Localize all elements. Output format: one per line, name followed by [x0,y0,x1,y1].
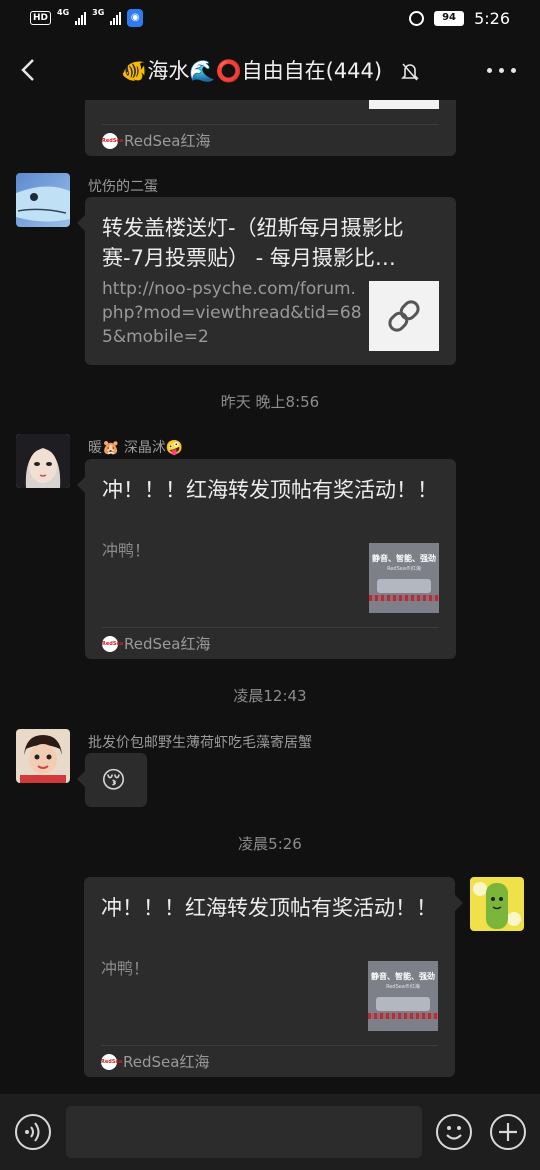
voice-input-button[interactable] [15,1114,51,1150]
card-description: 冲鸭！ [101,959,150,978]
hd-indicator: HD [30,11,52,25]
shield-icon: ◉ [127,9,144,27]
avatar[interactable] [16,434,70,488]
card-source-label: RedSea红海 [124,132,211,150]
sender-name: 忧伤的二蛋 [88,179,158,195]
link-card-message[interactable]: 转发盖楼送灯-（纽斯每月摄影比赛-7月投票贴） - 每月摄影比… http://… [77,197,456,365]
redsea-logo-icon: RedSea [102,635,123,652]
card-thumbnail: 静音、智能、强劲 RedSea®红海 [369,543,439,613]
sim1-network-label: 4G [57,8,70,17]
sender-name: 批发价包邮野生薄荷虾吃毛藻寄居蟹 [88,735,312,751]
chat-title: 🐠海水🌊⭕自由自在(444) [0,54,540,88]
emoji-message[interactable]: 😚 [77,753,147,807]
status-right: 94 5:26 [409,9,510,28]
link-icon [388,300,420,332]
status-left: HD 4G 3G ◉ [30,8,144,27]
dot-icon [499,68,504,73]
message-list[interactable]: RedSea RedSea红海 忧伤的二蛋 转发盖楼送灯-（纽斯每月摄影比赛-7… [0,100,540,1094]
card-source: RedSea RedSea红海 [102,627,439,659]
alarm-icon [409,11,425,26]
message-input[interactable] [66,1106,422,1158]
dot-icon [487,68,492,73]
thumbnail-stripe [368,1013,438,1019]
dot-icon [511,68,516,73]
more-functions-button[interactable] [490,1114,526,1150]
card-url: http://noo-psyche.com/forum.php?mod=view… [102,279,362,347]
chat-header: 🐠海水🌊⭕自由自在(444) [0,38,540,104]
smiley-icon [446,1126,462,1140]
card-source-label: RedSea红海 [124,635,211,653]
input-bar [0,1094,540,1170]
card-title: 冲！！！红海转发顶帖有奖活动！！ [101,896,437,920]
product-image [376,997,430,1011]
redsea-logo-icon: RedSea [101,1053,122,1070]
card-source: RedSea RedSea红海 [102,124,439,156]
sender-name: 暖🐹 深晶沭🤪 [88,440,184,456]
link-thumbnail [369,281,439,351]
sim2-signal-icon [110,11,122,25]
thumbnail-brand: RedSea®红海 [387,566,421,572]
avatar[interactable] [16,729,70,783]
child-avatar-icon [20,735,66,783]
card-thumbnail [369,100,439,109]
group-name: 🐠海水🌊⭕自由自在(444) [121,59,383,83]
cucumber-avatar-icon [473,882,521,929]
timestamp: 凌晨12:43 [233,687,307,705]
avatar[interactable] [16,173,70,227]
more-options-button[interactable] [487,68,516,73]
status-bar: HD 4G 3G ◉ 94 5:26 [0,0,540,38]
sim1-signal-icon [75,11,87,25]
product-image [377,579,431,593]
card-source: RedSea RedSea红海 [101,1045,438,1077]
card-title: 冲！！！红海转发顶帖有奖活动！！ [102,478,438,502]
thumbnail-brand: RedSea®红海 [386,984,420,990]
timestamp: 凌晨5:26 [238,835,302,853]
thumbnail-stripe [369,595,439,601]
card-source-label: RedSea红海 [123,1053,210,1071]
card-description: 冲鸭！ [102,541,151,560]
emoji: 😚 [101,766,127,794]
thumbnail-headline: 静音、智能、强劲 [371,972,435,981]
link-card-message[interactable]: RedSea RedSea红海 [85,100,456,156]
plus-icon [499,1123,517,1141]
my-avatar[interactable] [470,877,524,931]
card-title: 转发盖楼送灯-（纽斯每月摄影比赛-7月投票贴） - 每月摄影比… [102,216,404,270]
link-card-message[interactable]: 冲！！！红海转发顶帖有奖活动！！ 冲鸭！ 静音、智能、强劲 RedSea®红海 … [77,459,456,659]
girl-avatar-icon [16,434,70,488]
voice-icon [25,1122,40,1142]
card-thumbnail: 静音、智能、强劲 RedSea®红海 [368,961,438,1031]
emoji-button[interactable] [436,1114,472,1150]
status-clock: 5:26 [474,9,510,28]
my-link-card-message[interactable]: 冲！！！红海转发顶帖有奖活动！！ 冲鸭！ 静音、智能、强劲 RedSea®红海 … [84,877,463,1077]
redsea-logo-icon: RedSea [102,132,123,149]
sim2-network-label: 3G [92,8,105,17]
timestamp: 昨天 晚上8:56 [220,393,320,411]
fish-avatar-icon [16,186,70,222]
battery-icon: 94 [434,11,465,26]
mute-bell-icon [400,63,419,81]
thumbnail-headline: 静音、智能、强劲 [372,554,436,563]
